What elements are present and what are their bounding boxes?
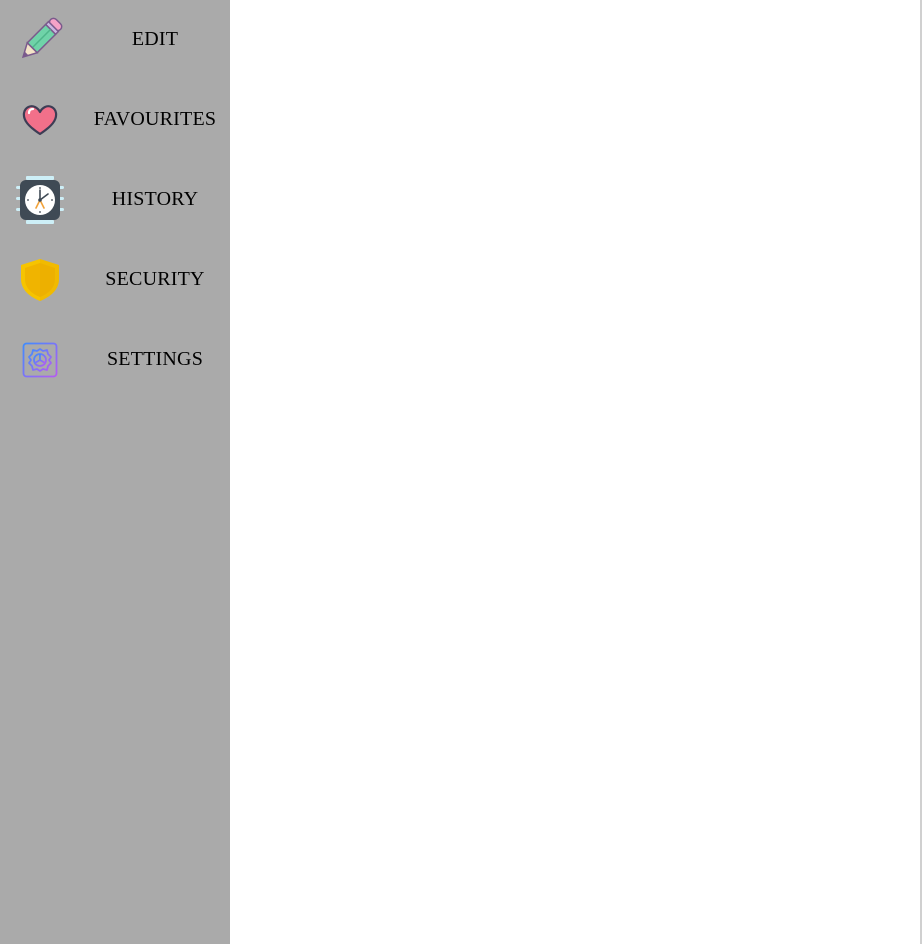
app-window: EDIT FAVOURITES HISTORY SECURITY SETTING… xyxy=(0,0,922,944)
sidebar-item-label: EDIT xyxy=(131,28,179,50)
sidebar-item-label: SETTINGS xyxy=(106,348,204,370)
pencil-icon xyxy=(16,16,64,64)
sidebar-item-label: FAVOURITES xyxy=(93,108,217,130)
clock-icon xyxy=(16,176,64,224)
sidebar-item-label: HISTORY xyxy=(111,188,199,210)
sidebar-item-history[interactable]: HISTORY xyxy=(0,160,230,240)
heart-icon xyxy=(16,96,64,144)
shield-icon xyxy=(16,256,64,304)
sidebar-item-settings[interactable]: SETTINGS xyxy=(0,320,230,400)
gear-icon xyxy=(16,336,64,384)
sidebar: EDIT FAVOURITES HISTORY SECURITY SETTING… xyxy=(0,0,230,944)
main-content-area xyxy=(230,0,920,944)
sidebar-item-favourites[interactable]: FAVOURITES xyxy=(0,80,230,160)
sidebar-item-edit[interactable]: EDIT xyxy=(0,0,230,80)
sidebar-item-label: SECURITY xyxy=(105,268,205,290)
sidebar-item-security[interactable]: SECURITY xyxy=(0,240,230,320)
